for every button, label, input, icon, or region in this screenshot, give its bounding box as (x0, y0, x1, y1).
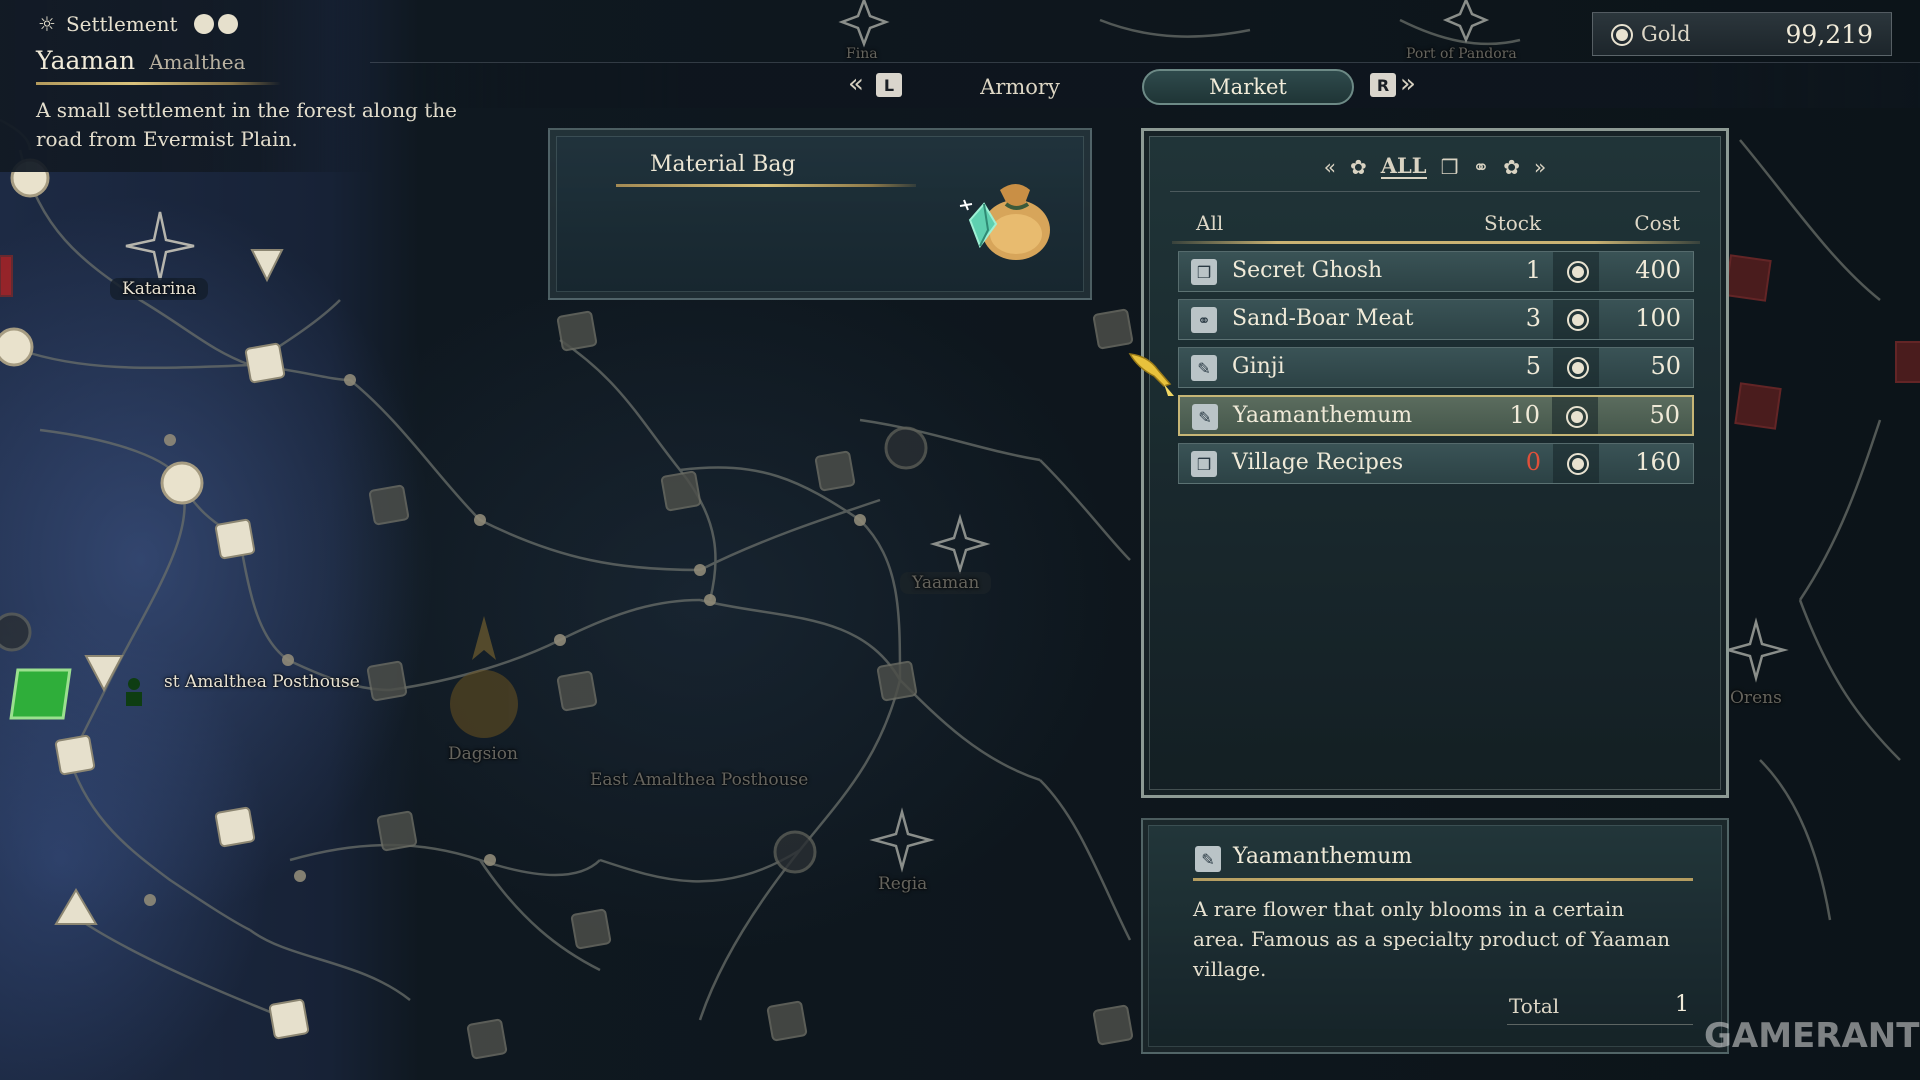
gold-coin-icon (1567, 453, 1589, 475)
r-bumper-button[interactable]: R (1370, 73, 1396, 97)
material-bag-panel: Material Bag (548, 128, 1092, 300)
settlement-title: Yaaman Amalthea (36, 46, 246, 75)
market-item-panel: « ✿ ALL ❒ ⚭ ✿ » All Stock Cost ❒ Secret … (1141, 128, 1729, 798)
map-label-dagsion[interactable]: Dagsion (448, 744, 518, 764)
gold-label: Gold (1641, 22, 1691, 46)
detail-total-divider (1507, 1024, 1693, 1025)
map-label-east-amalthea-posthouse[interactable]: East Amalthea Posthouse (590, 770, 808, 790)
column-header-cost: Cost (1634, 211, 1680, 235)
material-bag-title: Material Bag (650, 152, 796, 177)
detail-total-label: Total (1509, 994, 1560, 1018)
gold-value: 99,219 (1785, 20, 1873, 49)
detail-total-value[interactable]: 1 (1675, 992, 1689, 1017)
item-name: Sand-Boar Meat (1232, 306, 1414, 331)
market-item-row[interactable]: ❒ Secret Ghosh 1 400 (1178, 251, 1694, 292)
shop-tab-bar: « L Armory Market R » (370, 62, 1920, 108)
gold-coin-icon (1567, 357, 1589, 379)
settlement-region: Amalthea (149, 50, 246, 74)
settlement-type: ☼ Settlement (38, 12, 238, 36)
settlement-type-label: Settlement (65, 12, 178, 36)
flame-badge-icon (217, 14, 238, 34)
category-gift-icon[interactable]: ❒ (1441, 155, 1459, 179)
category-divider (1170, 191, 1700, 192)
tab-market[interactable]: Market (1142, 69, 1354, 105)
gift-icon: ❒ (1191, 451, 1217, 477)
market-item-list: ❒ Secret Ghosh 1 400 ⚭ Sand-Boar Meat 3 … (1178, 251, 1694, 491)
settlement-name: Yaaman (36, 46, 136, 75)
category-filter-bar: « ✿ ALL ❒ ⚭ ✿ » (1144, 147, 1726, 187)
map-label-port-of-pandora[interactable]: Port of Pandora (1406, 46, 1517, 62)
column-header-name: All (1196, 211, 1224, 235)
map-label-regia[interactable]: Regia (878, 874, 927, 894)
item-stock: 5 (1525, 352, 1541, 380)
gold-coin-icon (1567, 309, 1589, 331)
gold-coin-icon (1567, 261, 1589, 283)
category-ring-icon[interactable]: ⚭ (1473, 155, 1490, 179)
gold-coin-icon (1611, 24, 1633, 46)
map-label-fina[interactable]: Fina (846, 46, 878, 62)
item-name: Village Recipes (1232, 450, 1404, 475)
l-bumper-button[interactable]: L (876, 73, 902, 97)
item-detail-panel: ✎ Yaamanthemum A rare flower that only b… (1141, 818, 1729, 1054)
gold-coin-icon (1566, 406, 1588, 428)
detail-item-description: A rare flower that only blooms in a cert… (1193, 897, 1671, 981)
tab-next-chevron-icon: » (1400, 69, 1416, 99)
market-item-row[interactable]: ❒ Village Recipes 0 160 (1178, 443, 1694, 484)
item-stock: 3 (1525, 304, 1541, 332)
herb-icon: ✎ (1192, 404, 1218, 430)
gift-icon: ❒ (1191, 259, 1217, 285)
item-stock: 10 (1509, 401, 1540, 429)
item-name: Secret Ghosh (1232, 258, 1383, 283)
item-cost: 400 (1635, 256, 1681, 284)
category-prev-chevron-icon[interactable]: « (1324, 155, 1336, 179)
gold-display: Gold 99,219 (1592, 12, 1892, 56)
category-next-chevron-icon[interactable]: » (1534, 155, 1546, 179)
market-item-row-selected[interactable]: ✎ Yaamanthemum 10 50 (1178, 395, 1694, 436)
map-label-west-amalthea-posthouse[interactable]: st Amalthea Posthouse (164, 672, 360, 692)
herb-icon: ✎ (1195, 846, 1221, 872)
category-flower-icon[interactable]: ✿ (1503, 155, 1520, 179)
ring-icon: ⚭ (1191, 307, 1217, 333)
map-label-katarina[interactable]: Katarina (110, 278, 209, 300)
selection-cursor-icon (1128, 353, 1174, 396)
tab-armory[interactable]: Armory (950, 69, 1090, 105)
map-label-orens[interactable]: Orens (1730, 688, 1782, 708)
herb-icon: ✎ (1191, 355, 1217, 381)
settlement-divider (36, 82, 281, 85)
item-stock: 1 (1525, 256, 1541, 284)
category-materials-icon[interactable]: ✿ (1350, 155, 1367, 179)
item-cost: 100 (1635, 304, 1681, 332)
header-divider (1172, 241, 1700, 244)
detail-divider (1193, 878, 1693, 881)
item-cost: 160 (1635, 448, 1681, 476)
material-bag-icon (959, 184, 1050, 260)
item-name: Ginji (1232, 354, 1285, 379)
feather-badge-icon (193, 14, 214, 34)
item-stock: 0 (1525, 448, 1541, 476)
map-label-yaaman[interactable]: Yaaman (900, 572, 992, 594)
gamerant-watermark: GAMERANT (1704, 1016, 1920, 1056)
item-cost: 50 (1650, 352, 1681, 380)
column-header-stock: Stock (1484, 211, 1542, 235)
settlement-icon: ☼ (38, 12, 56, 36)
column-headers: All Stock Cost (1172, 211, 1700, 241)
item-name: Yaamanthemum (1233, 403, 1413, 428)
category-all-tab[interactable]: ALL (1380, 155, 1427, 179)
market-item-row[interactable]: ✎ Ginji 5 50 (1178, 347, 1694, 388)
material-bag-divider (616, 184, 916, 187)
tab-prev-chevron-icon: « (848, 69, 864, 99)
item-cost: 50 (1649, 401, 1680, 429)
market-item-row[interactable]: ⚭ Sand-Boar Meat 3 100 (1178, 299, 1694, 340)
detail-item-name: Yaamanthemum (1233, 844, 1413, 869)
